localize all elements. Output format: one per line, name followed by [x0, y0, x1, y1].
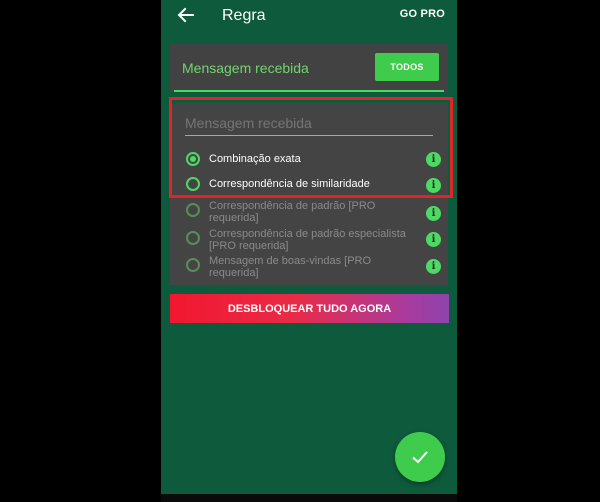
unlock-all-button[interactable]: DESBLOQUEAR TUDO AGORA	[170, 294, 449, 323]
radio-pattern-match	[186, 203, 200, 217]
option-label: Correspondência de padrão especialista […	[209, 228, 406, 252]
info-icon[interactable]: i	[426, 206, 441, 221]
radio-similarity-match[interactable]	[186, 177, 200, 191]
navigation-bar-strip	[161, 494, 457, 502]
info-icon[interactable]: i	[426, 152, 441, 167]
trigger-header-card: Mensagem recebida TODOS	[170, 44, 448, 92]
app-bar: Regra GO PRO	[161, 0, 457, 33]
radio-expert-pattern-match	[186, 231, 200, 245]
radio-exact-match[interactable]	[186, 152, 200, 166]
info-icon[interactable]: i	[426, 232, 441, 247]
go-pro-button[interactable]: GO PRO	[400, 8, 445, 20]
check-icon	[412, 451, 428, 464]
option-label: Mensagem de boas-vindas [PRO requerida]	[209, 255, 372, 279]
option-label: Combinação exata	[209, 153, 301, 165]
back-arrow-icon[interactable]	[177, 6, 195, 24]
todos-button[interactable]: TODOS	[375, 53, 439, 81]
option-label: Correspondência de similaridade	[209, 178, 370, 190]
page-title: Regra	[222, 7, 266, 24]
message-input[interactable]	[185, 111, 433, 136]
app-screen: Regra GO PRO Mensagem recebida TODOS Com…	[161, 0, 457, 494]
option-label: Correspondência de padrão [PRO requerida…	[209, 200, 376, 224]
info-icon[interactable]: i	[426, 259, 441, 274]
radio-welcome-message	[186, 258, 200, 272]
confirm-fab[interactable]	[395, 432, 445, 482]
match-options-card: Combinação exata i Correspondência de si…	[170, 103, 448, 285]
info-icon[interactable]: i	[426, 178, 441, 193]
header-label: Mensagem recebida	[182, 60, 309, 76]
header-underline	[174, 90, 444, 92]
